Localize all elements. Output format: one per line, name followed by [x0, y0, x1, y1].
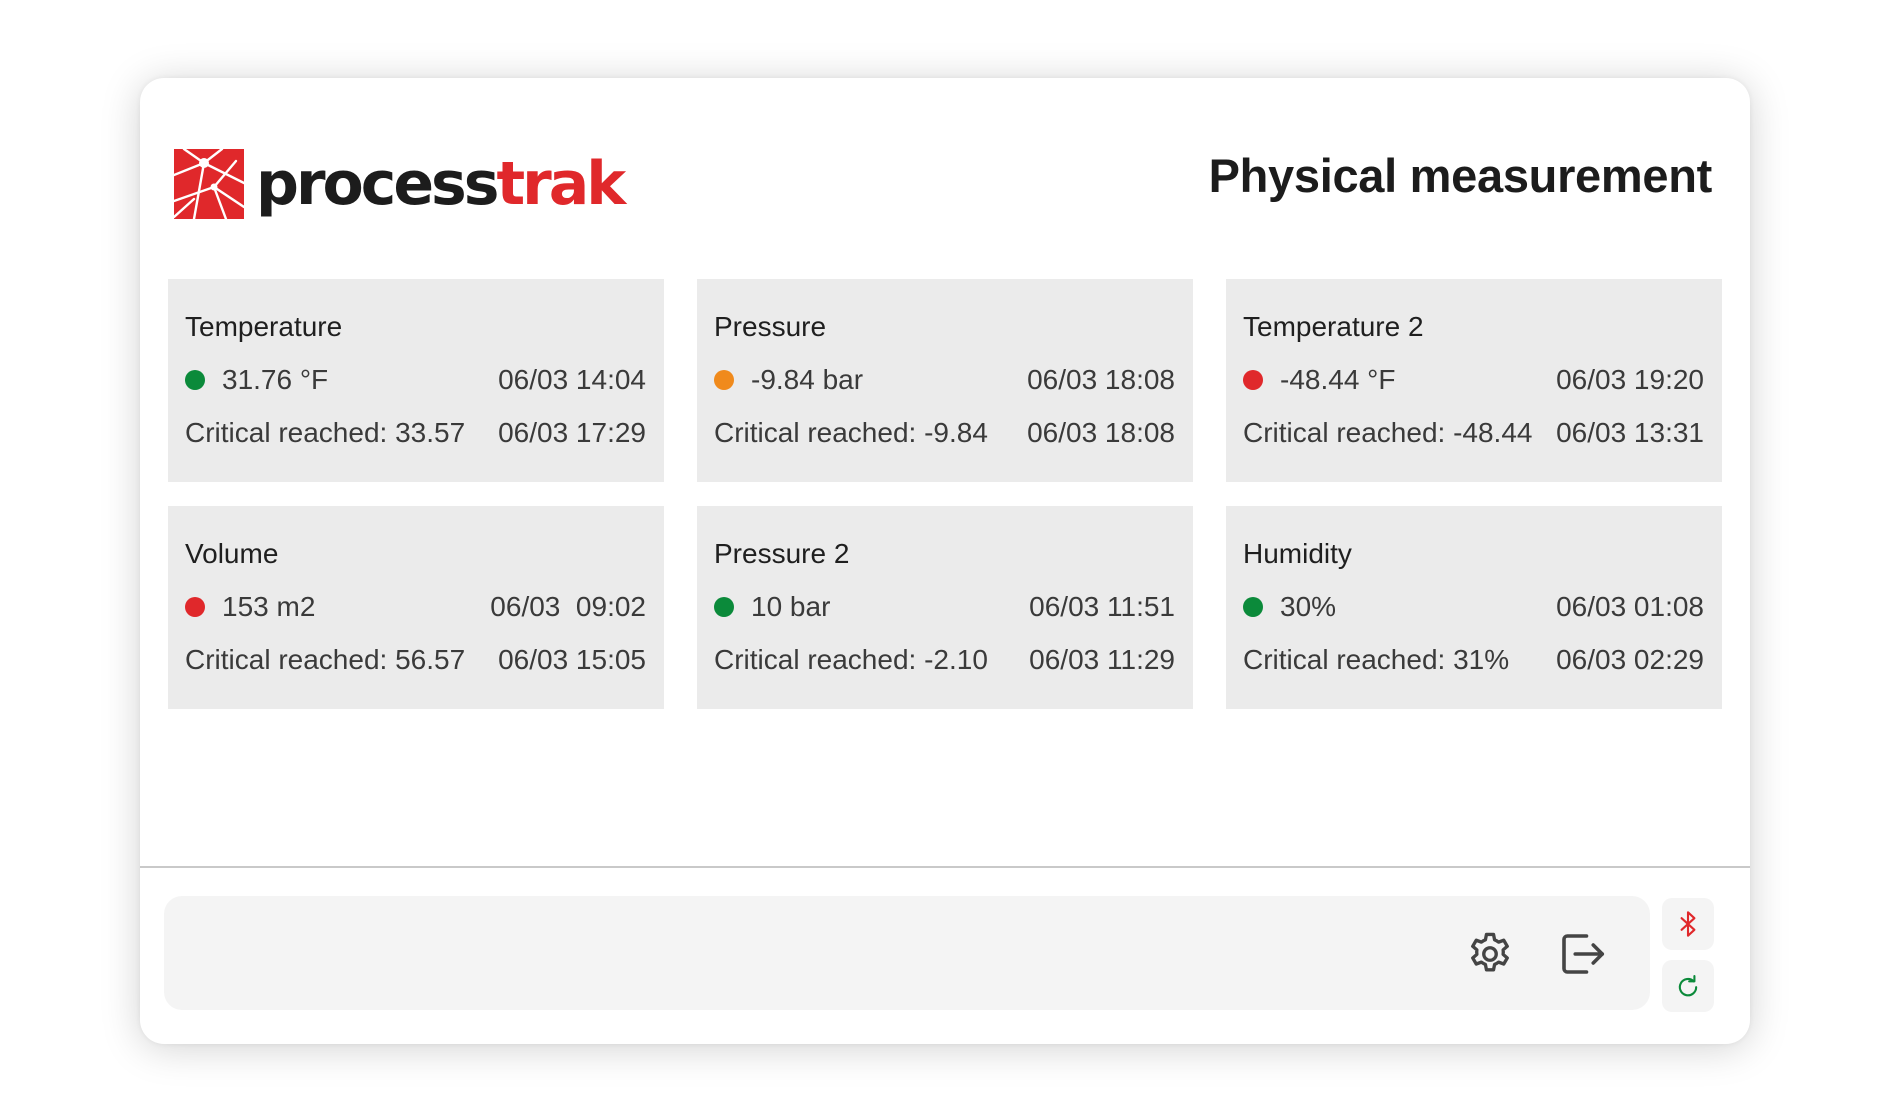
- status-dot: [1243, 370, 1263, 390]
- critical-timestamp: 06/03 15:05: [498, 644, 646, 675]
- brand-logo: processtrak: [174, 148, 626, 220]
- bluetooth-button[interactable]: [1662, 898, 1714, 950]
- measurement-card-volume[interactable]: Volume 153 m2 06/03 09:02 Critical reach…: [168, 506, 664, 709]
- critical-reading-row: Critical reached: -2.10 06/03 11:29: [714, 642, 1175, 678]
- card-title: Pressure: [714, 311, 827, 342]
- page-title: Physical measurement: [1208, 149, 1713, 202]
- measurement-card-temperature-2[interactable]: Temperature 2 -48.44 °F 06/03 19:20 Crit…: [1226, 279, 1722, 482]
- header: processtrak Physical measurement: [140, 78, 1750, 278]
- status-dot: [714, 597, 734, 617]
- brand-wordmark-part2: trak: [496, 149, 626, 219]
- measurement-card-pressure-2[interactable]: Pressure 2 10 bar 06/03 11:51 Critical r…: [697, 506, 1193, 709]
- current-value: -9.84 bar: [751, 364, 864, 395]
- critical-timestamp: 06/03 13:31: [1556, 417, 1704, 448]
- current-value: -48.44 °F: [1280, 364, 1396, 395]
- critical-reading-row: Critical reached: -48.44 06/03 13:31: [1243, 415, 1704, 451]
- settings-button[interactable]: [1462, 926, 1518, 982]
- critical-value: Critical reached: -9.84: [714, 417, 988, 448]
- measurement-grid: Temperature 31.76 °F 06/03 14:04 Critica…: [168, 279, 1724, 709]
- current-reading-row: -48.44 °F 06/03 19:20: [1243, 362, 1704, 398]
- critical-reading-row: Critical reached: -9.84 06/03 18:08: [714, 415, 1175, 451]
- current-reading-row: 153 m2 06/03 09:02: [185, 589, 646, 625]
- critical-timestamp: 06/03 11:29: [1029, 644, 1175, 675]
- card-title: Temperature: [185, 311, 343, 342]
- current-value: 30%: [1280, 591, 1337, 622]
- current-timestamp: 06/03 01:08: [1556, 591, 1704, 622]
- current-timestamp: 06/03 09:02: [490, 591, 646, 622]
- current-value: 31.76 °F: [222, 364, 329, 395]
- status-dot: [185, 597, 205, 617]
- current-timestamp: 06/03 18:08: [1027, 364, 1175, 395]
- current-value: 10 bar: [751, 591, 831, 622]
- critical-timestamp: 06/03 18:08: [1027, 417, 1175, 448]
- measurement-card-pressure[interactable]: Pressure -9.84 bar 06/03 18:08 Critical …: [697, 279, 1193, 482]
- card-title: Temperature 2: [1243, 311, 1424, 342]
- current-timestamp: 06/03 19:20: [1556, 364, 1704, 395]
- logout-button[interactable]: [1554, 926, 1610, 982]
- device-frame: processtrak Physical measurement Tempera…: [140, 78, 1750, 1044]
- footer-divider: [140, 866, 1750, 868]
- critical-timestamp: 06/03 17:29: [498, 417, 646, 448]
- critical-value: Critical reached: 56.57: [185, 644, 466, 675]
- logout-icon: [1562, 934, 1605, 974]
- card-title: Humidity: [1243, 538, 1352, 569]
- card-title: Pressure 2: [714, 538, 850, 569]
- refresh-icon: [1678, 975, 1698, 997]
- critical-value: Critical reached: 31%: [1243, 644, 1510, 675]
- critical-value: Critical reached: -48.44: [1243, 417, 1533, 448]
- status-dot: [1243, 597, 1263, 617]
- current-reading-row: 10 bar 06/03 11:51: [714, 589, 1175, 625]
- measurement-card-temperature[interactable]: Temperature 31.76 °F 06/03 14:04 Critica…: [168, 279, 664, 482]
- current-reading-row: -9.84 bar 06/03 18:08: [714, 362, 1175, 398]
- current-value: 153 m2: [222, 591, 316, 622]
- critical-value: Critical reached: -2.10: [714, 644, 988, 675]
- status-dot: [185, 370, 205, 390]
- critical-timestamp: 06/03 02:29: [1556, 644, 1704, 675]
- card-title: Volume: [185, 538, 279, 569]
- refresh-button[interactable]: [1662, 960, 1714, 1012]
- critical-value: Critical reached: 33.57: [185, 417, 466, 448]
- measurement-card-humidity[interactable]: Humidity 30% 06/03 01:08 Critical reache…: [1226, 506, 1722, 709]
- status-dot: [714, 370, 734, 390]
- bottom-toolbar: [164, 896, 1650, 1010]
- critical-reading-row: Critical reached: 33.57 06/03 17:29: [185, 415, 646, 451]
- current-reading-row: 30% 06/03 01:08: [1243, 589, 1704, 625]
- critical-reading-row: Critical reached: 56.57 06/03 15:05: [185, 642, 646, 678]
- processtrak-logo-icon: [174, 149, 244, 219]
- current-timestamp: 06/03 11:51: [1029, 591, 1175, 622]
- gear-icon: [1471, 932, 1509, 972]
- current-timestamp: 06/03 14:04: [498, 364, 646, 395]
- brand-wordmark: processtrak: [256, 154, 626, 214]
- bluetooth-icon: [1680, 911, 1696, 937]
- current-reading-row: 31.76 °F 06/03 14:04: [185, 362, 646, 398]
- brand-wordmark-part1: process: [256, 149, 499, 219]
- critical-reading-row: Critical reached: 31% 06/03 02:29: [1243, 642, 1704, 678]
